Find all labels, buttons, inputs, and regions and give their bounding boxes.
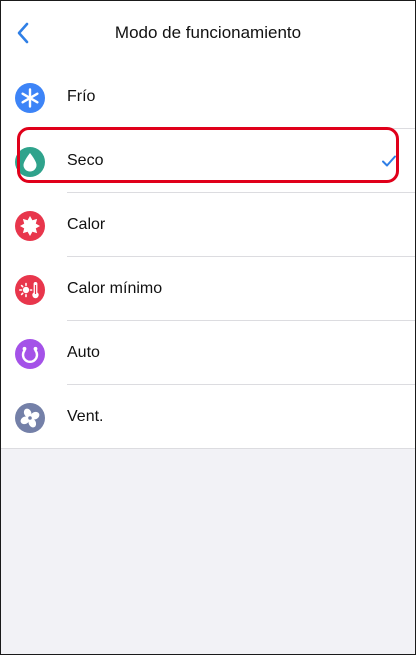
mode-list: Frío Seco Calor Calor mínimo Auto Vent. xyxy=(1,65,415,449)
checkmark-icon xyxy=(382,155,396,167)
thermometer-sun-icon xyxy=(15,275,45,305)
chevron-left-icon xyxy=(17,22,29,44)
mode-item-calor-minimo[interactable]: Calor mínimo xyxy=(1,257,415,321)
nav-bar: Modo de funcionamiento xyxy=(1,1,415,66)
sun-icon xyxy=(15,211,45,241)
mode-label: Seco xyxy=(67,152,104,169)
mode-label: Vent. xyxy=(67,408,104,425)
fan-icon xyxy=(15,403,45,433)
mode-item-frio[interactable]: Frío xyxy=(1,65,415,129)
back-button[interactable] xyxy=(7,17,39,49)
auto-cycle-icon xyxy=(15,339,45,369)
mode-item-calor[interactable]: Calor xyxy=(1,193,415,257)
mode-item-auto[interactable]: Auto xyxy=(1,321,415,385)
mode-item-vent[interactable]: Vent. xyxy=(1,385,415,449)
snowflake-icon xyxy=(15,83,45,113)
mode-label: Auto xyxy=(67,344,100,361)
mode-label: Calor mínimo xyxy=(67,280,163,297)
mode-label: Calor xyxy=(67,216,106,233)
app-screen: Modo de funcionamiento Frío Seco Calor C… xyxy=(0,0,416,655)
page-title: Modo de funcionamiento xyxy=(114,23,302,42)
water-drop-icon xyxy=(15,147,45,177)
mode-item-seco[interactable]: Seco xyxy=(1,129,415,193)
mode-label: Frío xyxy=(67,88,96,105)
